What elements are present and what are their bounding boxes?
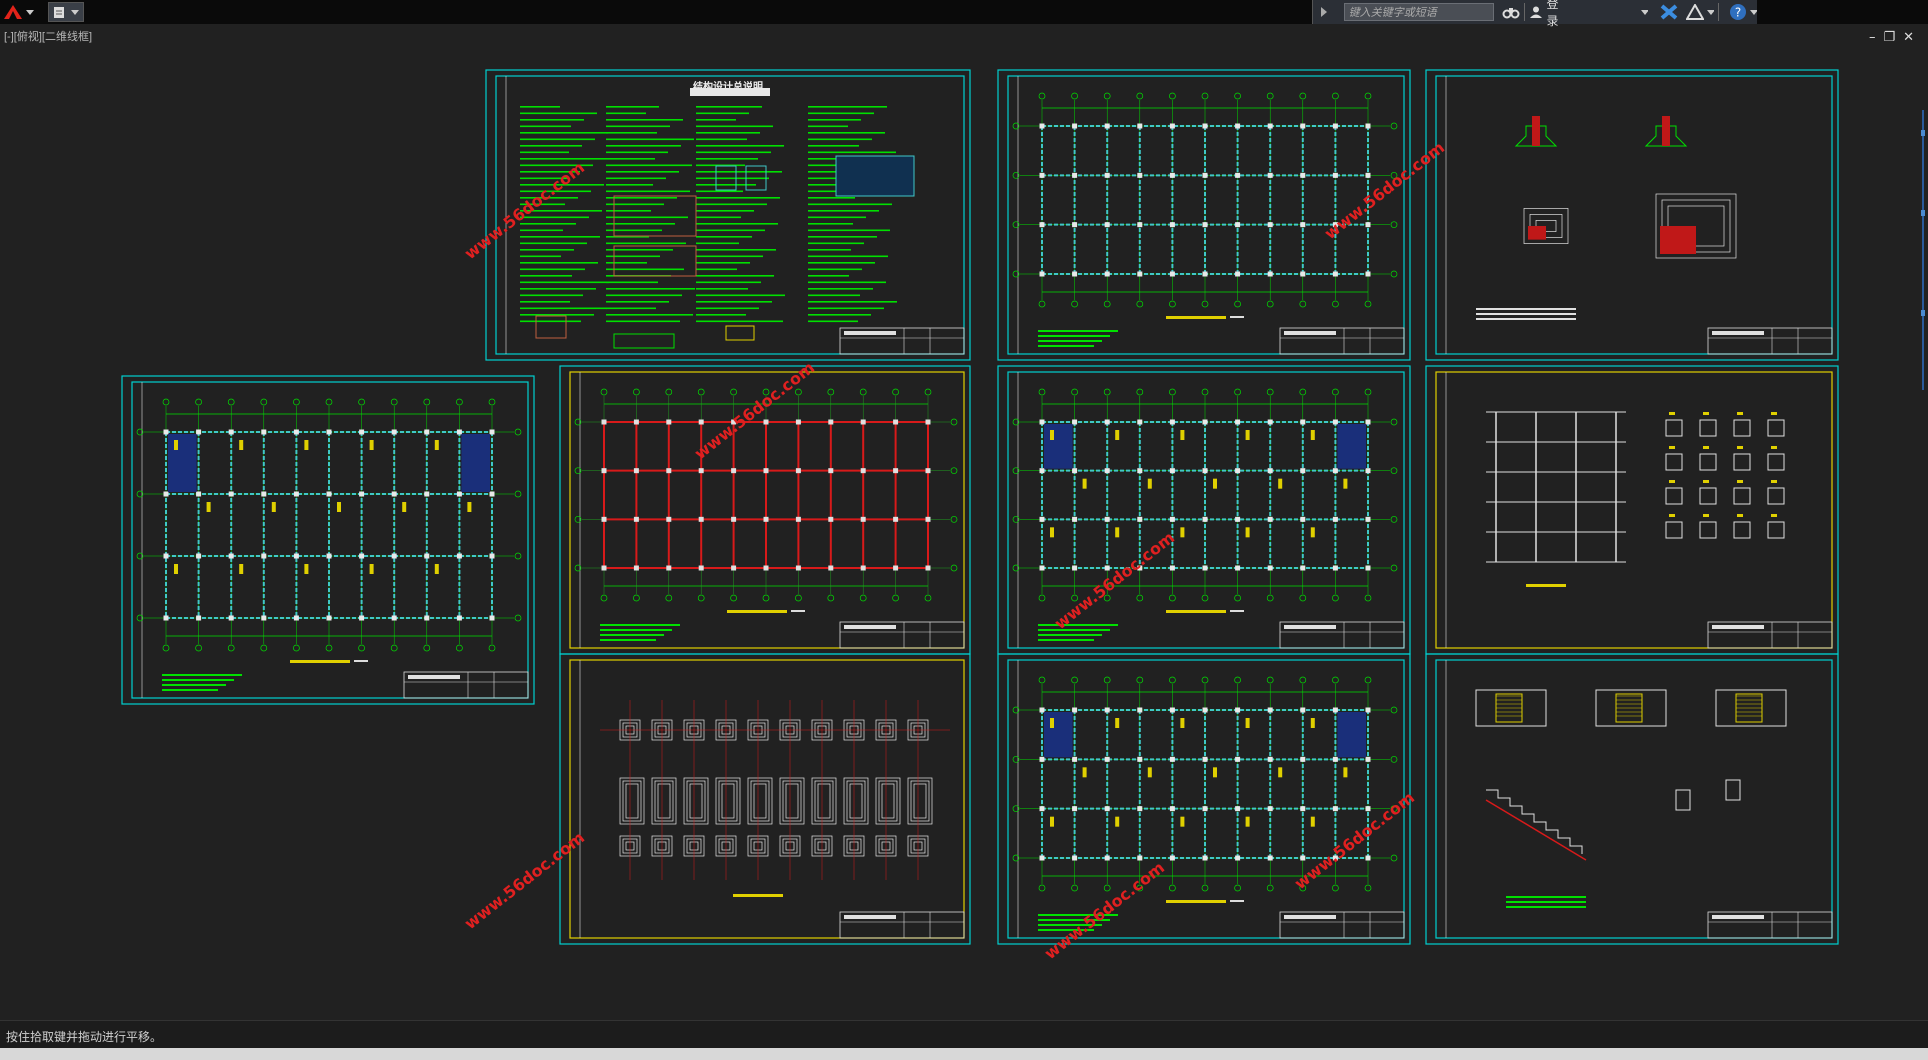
search-input[interactable]: 键入关键字或短语 [1343, 3, 1494, 21]
chevron-down-icon[interactable] [1707, 8, 1715, 16]
command-prompt-text: 按住拾取键并拖动进行平移。 [6, 1030, 163, 1044]
autocad-logo-icon [4, 5, 22, 19]
watermark-text: www.56doc.com [1041, 858, 1168, 963]
drawing-sheet-10[interactable] [1425, 653, 1839, 945]
drawing-sheet-7[interactable] [1425, 365, 1839, 655]
a360-icon[interactable] [1686, 2, 1705, 22]
svg-text:?: ? [1735, 6, 1741, 20]
watermark-text: www.56doc.com [1291, 788, 1418, 893]
expand-arrow-icon[interactable] [1319, 6, 1328, 18]
watermark-text: www.56doc.com [1321, 138, 1448, 243]
login-label[interactable]: 登录 [1547, 0, 1568, 29]
infocenter-bar: 键入关键字或短语 登录 ? [1312, 0, 1758, 28]
command-line[interactable]: 按住拾取键并拖动进行平移。 [0, 1020, 1928, 1049]
chevron-down-icon[interactable] [1641, 8, 1649, 16]
search-binoculars-icon[interactable] [1502, 2, 1520, 22]
drawing-sheet-9[interactable] [997, 653, 1411, 945]
user-icon[interactable] [1529, 2, 1543, 22]
drawing-sheet-8[interactable] [559, 653, 971, 945]
chevron-down-icon [26, 10, 34, 15]
drawing-sheet-1[interactable]: 结构设计总说明 [485, 69, 971, 361]
help-icon[interactable]: ? [1729, 2, 1747, 22]
separator [1523, 3, 1525, 21]
title-bar: 键入关键字或短语 登录 ? [0, 0, 1928, 28]
drawing-canvas[interactable]: 结构设计总说明 www.56doc.com www.56doc.com www.56d… [0, 40, 1928, 1020]
watermark-text: www.56doc.com [1051, 528, 1178, 633]
separator [1718, 3, 1720, 21]
quick-access-toolbar-button[interactable] [48, 2, 84, 22]
status-bar [0, 1048, 1928, 1060]
application-menu-button[interactable] [2, 2, 44, 22]
chevron-down-icon [71, 10, 79, 15]
chevron-down-icon[interactable] [1750, 8, 1758, 16]
exchange-x-icon[interactable] [1660, 2, 1678, 22]
navigation-bar-edge [1921, 110, 1925, 390]
drawing-sheet-3[interactable] [1425, 69, 1839, 361]
drawing-sheet-4[interactable] [121, 375, 535, 705]
quick-access-doc-icon [54, 7, 64, 18]
watermark-text: www.56doc.com [461, 828, 588, 933]
